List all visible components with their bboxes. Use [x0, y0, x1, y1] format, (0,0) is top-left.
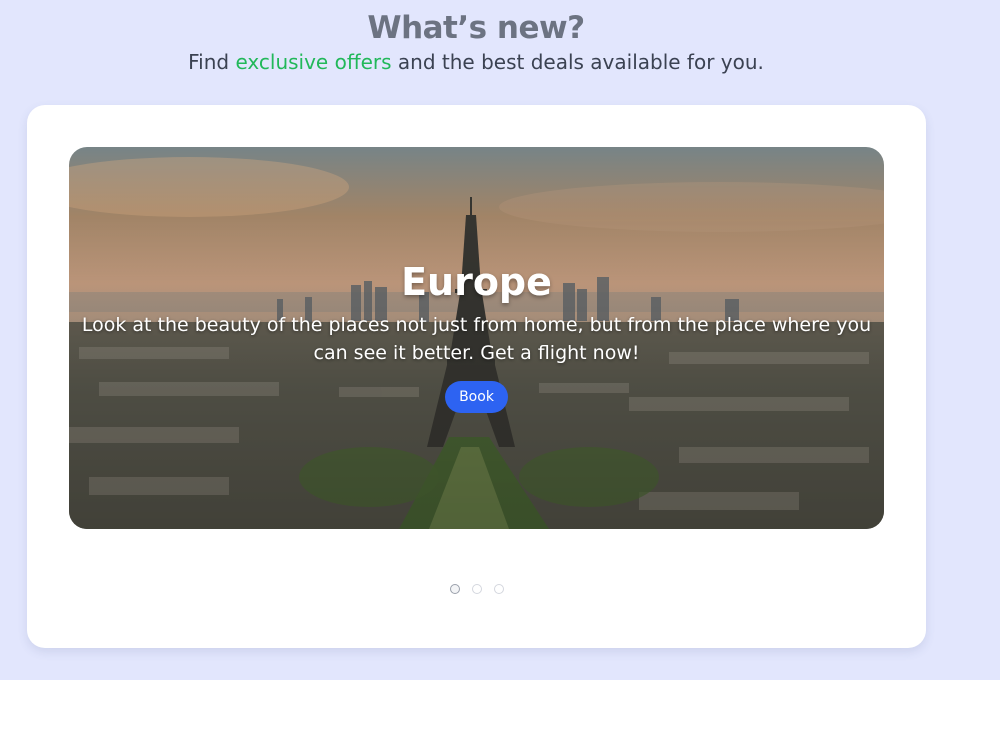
subtitle-accent: exclusive offers [235, 50, 392, 74]
carousel-slide: Europe Look at the beauty of the places … [69, 147, 884, 529]
carousel-dot-3[interactable] [493, 584, 504, 594]
carousel-dot-2[interactable] [471, 584, 482, 594]
section-subtitle: Find exclusive offers and the best deals… [0, 50, 952, 74]
slide-title: Europe [401, 260, 552, 304]
book-button[interactable]: Book [445, 381, 508, 413]
slide-content: Europe Look at the beauty of the places … [69, 259, 884, 413]
whats-new-section: What’s new? Find exclusive offers and th… [0, 0, 1000, 680]
carousel-card: Europe Look at the beauty of the places … [27, 105, 926, 648]
subtitle-prefix: Find [188, 50, 236, 74]
slide-description: Look at the beauty of the places not jus… [81, 314, 872, 364]
subtitle-suffix: and the best deals available for you. [391, 50, 764, 74]
carousel-dot-1[interactable] [449, 584, 460, 594]
carousel-pagination [27, 584, 926, 594]
section-title: What’s new? [367, 10, 585, 46]
